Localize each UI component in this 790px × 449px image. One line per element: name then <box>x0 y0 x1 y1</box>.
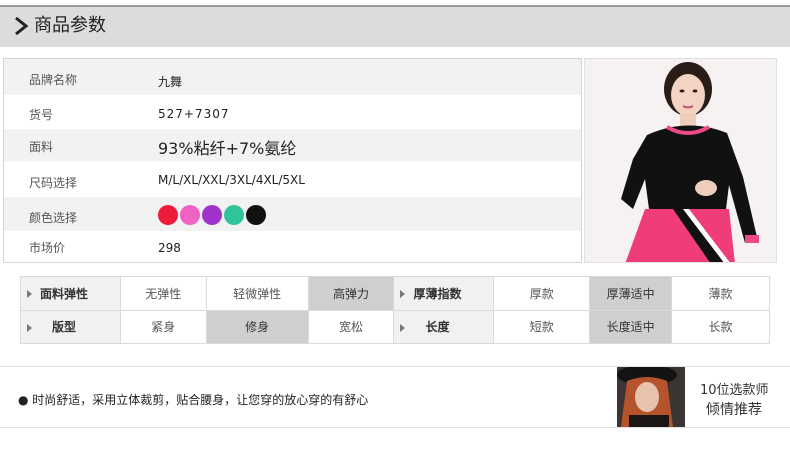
attr-option-selected: 厚薄适中 <box>589 276 673 311</box>
section-title: 商品参数 <box>34 15 106 36</box>
parameter-table: 品牌名称 九舞 货号 527+7307 面料 93%粘纤+7%氨纶 尺码选择 M… <box>3 58 582 263</box>
param-label: 货号 <box>29 108 54 122</box>
color-swatch[interactable] <box>202 205 222 225</box>
attr-option: 短款 <box>493 309 591 344</box>
color-swatch[interactable] <box>158 205 178 225</box>
param-label: 面料 <box>29 140 54 154</box>
param-label: 市场价 <box>29 241 66 255</box>
attr-option: 无弹性 <box>119 276 207 311</box>
color-swatches <box>158 203 278 227</box>
color-swatch[interactable] <box>224 205 244 225</box>
attr-header-elasticity: 面料弹性 <box>20 276 121 311</box>
feature-text: ● 时尚舒适，采用立体裁剪，贴合腰身，让您穿的放心穿的有舒心 <box>18 393 369 407</box>
section-header: 商品参数 <box>0 5 790 47</box>
attr-option-selected: 长度适中 <box>589 309 673 344</box>
attr-option: 薄款 <box>671 276 770 311</box>
attr-header-length: 长度 <box>393 309 495 344</box>
param-row-sizes: 尺码选择 M/L/XL/XXL/3XL/4XL/5XL <box>4 161 581 197</box>
param-value: 九舞 <box>158 75 183 89</box>
param-value: M/L/XL/XXL/3XL/4XL/5XL <box>158 173 305 187</box>
attr-option: 轻微弹性 <box>205 276 309 311</box>
triangle-right-icon <box>27 290 32 299</box>
triangle-right-icon <box>27 323 32 332</box>
triangle-right-icon <box>400 323 406 332</box>
param-value: 298 <box>158 241 181 255</box>
stylist-illustration <box>617 367 685 427</box>
param-label: 颜色选择 <box>29 211 78 225</box>
attribute-row: 面料弹性 无弹性 轻微弹性 高弹力 厚薄指数 厚款 厚薄适中 薄款 <box>20 276 770 311</box>
color-swatch[interactable] <box>180 205 200 225</box>
model-illustration <box>585 59 776 262</box>
attr-option: 厚款 <box>493 276 591 311</box>
param-label: 品牌名称 <box>29 73 78 87</box>
attr-option-selected: 修身 <box>205 309 309 344</box>
recommend-line-1: 10位选款师 <box>700 383 769 398</box>
param-row-item-no: 货号 527+7307 <box>4 95 581 129</box>
stylist-photo <box>617 367 685 427</box>
attr-header-thickness: 厚薄指数 <box>393 276 495 311</box>
attribute-row: 版型 紧身 修身 宽松 长度 短款 长度适中 长款 <box>20 309 770 344</box>
chevron-right-icon <box>15 16 29 36</box>
color-swatch[interactable] <box>246 205 266 225</box>
product-photo <box>584 58 777 263</box>
attribute-table: 面料弹性 无弹性 轻微弹性 高弹力 厚薄指数 厚款 厚薄适中 薄款 版型 紧身 … <box>20 276 770 344</box>
param-row-fabric: 面料 93%粘纤+7%氨纶 <box>4 129 581 161</box>
attr-option: 紧身 <box>119 309 207 344</box>
feature-banner: ● 时尚舒适，采用立体裁剪，贴合腰身，让您穿的放心穿的有舒心 10位选款师 倾情… <box>0 366 790 428</box>
triangle-right-icon <box>400 290 406 299</box>
param-row-brand: 品牌名称 九舞 <box>4 59 581 95</box>
attr-option: 长款 <box>671 309 770 344</box>
param-value: 527+7307 <box>158 107 230 121</box>
param-value: 93%粘纤+7%氨纶 <box>158 139 297 158</box>
attr-header-fit: 版型 <box>20 309 121 344</box>
param-row-colors: 颜色选择 <box>4 197 581 231</box>
attr-option: 宽松 <box>307 309 395 344</box>
param-label: 尺码选择 <box>29 176 78 190</box>
attr-option-selected: 高弹力 <box>307 276 395 311</box>
recommend-line-2: 倾情推荐 <box>706 402 762 418</box>
param-row-price: 市场价 298 <box>4 231 581 262</box>
